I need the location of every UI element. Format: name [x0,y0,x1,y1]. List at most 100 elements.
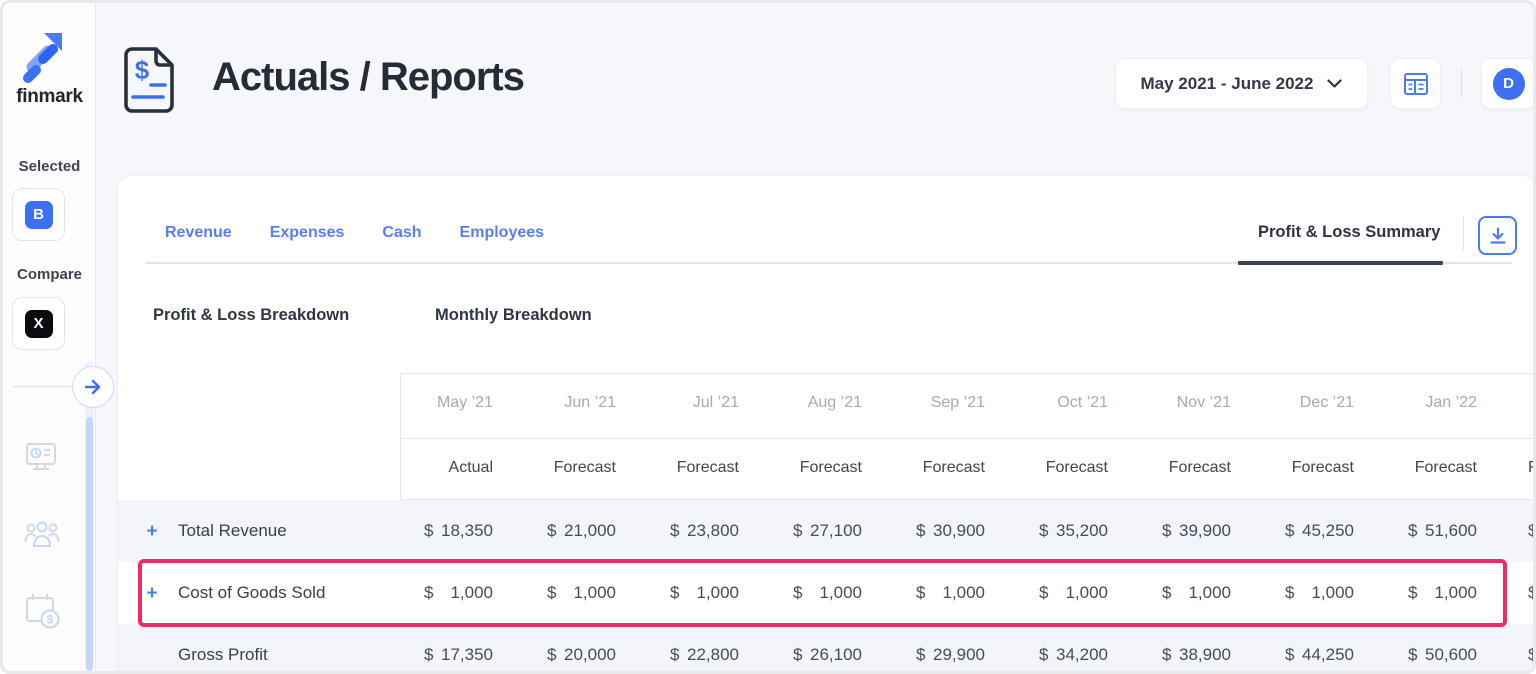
brand-name: finmark [3,86,96,108]
value-inner: $45,250 [1285,521,1354,541]
value-inner: $1,000 [916,583,985,603]
currency-symbol: $ [670,583,679,603]
dashboard-monitor-icon[interactable] [23,439,59,480]
value-cell-partial: $ [1507,521,1536,541]
value-number: 26,100 [810,645,862,665]
value-number: 1,000 [819,583,862,603]
sidebar-expand-button[interactable] [72,366,114,408]
currency-symbol: $ [1285,583,1294,603]
tab-expenses[interactable]: Expenses [270,224,345,242]
value-cell: $1,000 [1384,583,1507,603]
tab-cash[interactable]: Cash [382,224,421,242]
currency-symbol: $ [916,645,925,665]
value-number: 1,000 [696,583,739,603]
download-button[interactable] [1478,216,1517,255]
month-label: Jun ’21 [523,394,646,412]
date-range-dropdown[interactable]: May 2021 - June 2022 [1115,58,1368,109]
value-type-label: Forecast [1138,459,1261,477]
value-number: 22,800 [687,645,739,665]
currency-symbol: $ [1285,521,1294,541]
row-label-cell: + Total Revenue [118,521,400,541]
page-title: Actuals / Reports [212,55,524,100]
month-label: Dec ’21 [1261,394,1384,412]
month-label: Jan ’22 [1384,394,1507,412]
chevron-down-icon [1327,79,1342,89]
value-inner: $1,000 [1162,583,1231,603]
value-cell: $38,900 [1138,645,1261,665]
currency-symbol: $ [1528,521,1536,541]
value-number: 20,000 [564,645,616,665]
value-number: 1,000 [573,583,616,603]
value-number: 1,000 [1188,583,1231,603]
report-card: Revenue Expenses Cash Employees Profit & Lo… [117,175,1536,674]
value-cell: $45,250 [1261,521,1384,541]
sidebar-scrollbar-handle[interactable] [86,417,93,671]
value-inner: $29,900 [916,645,985,665]
tab-profit-loss-summary[interactable]: Profit & Loss Summary [1258,223,1440,242]
value-cell: $22,800 [646,645,769,665]
value-number: 1,000 [1311,583,1354,603]
currency-symbol: $ [793,645,802,665]
value-cell: $50,600 [1384,645,1507,665]
table-row[interactable]: +Total Revenue$18,350$21,000$23,800$27,1… [118,500,1536,562]
tab-revenue[interactable]: Revenue [165,224,232,242]
value-cell: $44,250 [1261,645,1384,665]
row-label: Gross Profit [178,645,268,665]
scenario-badge-b: B [25,201,53,229]
table-row[interactable]: +Gross Profit$17,350$20,000$22,800$26,10… [118,624,1536,674]
month-label-partial [1507,394,1536,412]
active-tab-underline [1238,261,1443,265]
type-header-row: ActualForecastForecastForecastForecastFo… [118,459,1536,477]
currency-symbol: $ [424,521,433,541]
value-inner: $1,000 [547,583,616,603]
value-cell: $26,100 [769,645,892,665]
value-number: 30,900 [933,521,985,541]
team-icon[interactable] [23,515,61,560]
value-inner: $38,900 [1162,645,1231,665]
value-cell-partial: $ [1507,645,1536,665]
currency-symbol: $ [916,583,925,603]
main-area: $ Actuals / Reports May 2021 - June 2022 [96,3,1533,671]
value-cell: $1,000 [1261,583,1384,603]
tab-employees[interactable]: Employees [460,224,544,242]
currency-symbol: $ [1039,645,1048,665]
month-label: Oct ’21 [1015,394,1138,412]
currency-symbol: $ [1039,521,1048,541]
user-menu-button[interactable]: D [1481,58,1536,109]
table-view-button[interactable] [1390,58,1441,109]
download-icon [1488,226,1508,246]
finmark-logo-icon [17,27,71,90]
expand-row-button[interactable]: + [145,584,159,603]
table-row[interactable]: +Cost of Goods Sold$1,000$1,000$1,000$1,… [118,562,1536,624]
col-dimension-header: Monthly Breakdown [435,306,592,325]
value-cell: $1,000 [400,583,523,603]
grid-line-vertical [400,373,401,500]
value-inner: $51,600 [1408,521,1477,541]
selected-scenario-button[interactable]: B [12,188,65,241]
month-label: May ’21 [400,394,523,412]
expand-row-button[interactable]: + [145,522,159,541]
value-cell: $27,100 [769,521,892,541]
compare-scenario-button[interactable]: X [12,297,65,350]
value-cell: $1,000 [1015,583,1138,603]
value-inner: $34,200 [1039,645,1108,665]
row-label: Total Revenue [178,521,287,541]
report-table-body: +Total Revenue$18,350$21,000$23,800$27,1… [118,500,1536,674]
value-number: 44,250 [1302,645,1354,665]
month-label: Jul ’21 [646,394,769,412]
value-number: 1,000 [1065,583,1108,603]
month-label: Aug ’21 [769,394,892,412]
currency-symbol: $ [916,521,925,541]
value-number: 45,250 [1302,521,1354,541]
sidebar-divider [13,386,73,387]
month-label: Nov ’21 [1138,394,1261,412]
svg-text:$: $ [47,613,54,627]
arrow-right-icon [82,376,104,398]
billing-calendar-icon[interactable]: $ [23,591,63,638]
value-cell: $18,350 [400,521,523,541]
report-tabs: Revenue Expenses Cash Employees [165,224,544,242]
currency-symbol: $ [1408,583,1417,603]
value-number: 23,800 [687,521,739,541]
currency-symbol: $ [547,583,556,603]
header-divider [1461,69,1462,98]
